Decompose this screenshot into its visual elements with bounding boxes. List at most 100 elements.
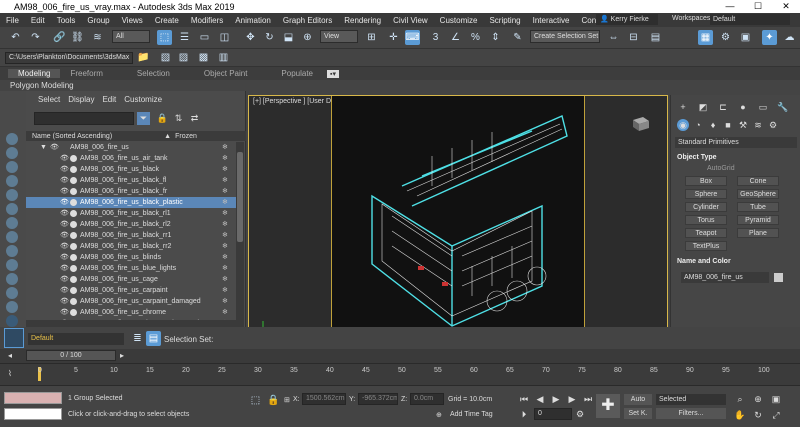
- current-frame-field[interactable]: 0: [534, 408, 572, 420]
- frozen-snowflake-icon[interactable]: ❄: [222, 252, 228, 263]
- project-path[interactable]: C:\Users\Plankton\Documents\3dsMax: [5, 52, 133, 64]
- lights-icon[interactable]: ♦: [707, 119, 719, 131]
- visibility-eye-icon[interactable]: 👁: [60, 263, 69, 274]
- frozen-snowflake-icon[interactable]: ❄: [222, 296, 228, 307]
- percent-snap-icon[interactable]: %: [468, 30, 483, 45]
- tree-root-row[interactable]: ▼ 👁 AM98_006_fire_us ❄: [26, 142, 236, 153]
- visibility-eye-icon[interactable]: 👁: [60, 219, 69, 230]
- perspective-viewport[interactable]: [+] [Perspective ] [User Defined ] [Edge…: [248, 95, 668, 349]
- set-key-button[interactable]: Set K.: [624, 408, 652, 419]
- bind-space-warp-icon[interactable]: ≋: [90, 30, 105, 45]
- menu-edit[interactable]: Edit: [25, 16, 51, 25]
- user-dropdown[interactable]: 👤 Kerry Fierke: [596, 14, 658, 25]
- menu-group[interactable]: Group: [81, 16, 115, 25]
- geometry-icon[interactable]: ◉: [677, 119, 689, 131]
- menu-views[interactable]: Views: [116, 16, 149, 25]
- frozen-snowflake-icon[interactable]: ❄: [222, 142, 228, 153]
- visibility-eye-icon[interactable]: 👁: [60, 285, 69, 296]
- select-manipulate-icon[interactable]: ✛: [386, 30, 401, 45]
- visibility-eye-icon[interactable]: 👁: [60, 296, 69, 307]
- material-editor-icon[interactable]: ▦: [698, 30, 713, 45]
- spinner-snap-icon[interactable]: ⇕: [488, 30, 503, 45]
- key-filter-dropdown[interactable]: Selected: [656, 394, 726, 405]
- link-icon[interactable]: 🔗: [52, 30, 67, 45]
- explorer-menu-customize[interactable]: Customize: [120, 95, 166, 104]
- y-coordinate-field[interactable]: -965.372cm: [358, 393, 398, 405]
- explorer-row[interactable]: 👁 AM98_006_fire_us_black ❄: [26, 164, 236, 175]
- frozen-snowflake-icon[interactable]: ❄: [222, 274, 228, 285]
- redo-icon[interactable]: ↷: [28, 30, 43, 45]
- tab-populate[interactable]: Populate: [271, 69, 323, 78]
- time-configuration-icon[interactable]: ⚙: [574, 408, 586, 420]
- menu-civil-view[interactable]: Civil View: [387, 16, 434, 25]
- cone-button[interactable]: Cone: [737, 176, 779, 186]
- scrollbar-thumb[interactable]: [237, 152, 243, 242]
- tube-button[interactable]: Tube: [737, 202, 779, 212]
- explorer-search-input[interactable]: [34, 112, 134, 125]
- select-object-icon[interactable]: ⬚: [157, 30, 172, 45]
- absolute-mode-icon[interactable]: ⊞: [284, 396, 290, 404]
- utilities-tab-icon[interactable]: 🔧: [777, 101, 789, 113]
- explorer-menu-display[interactable]: Display: [64, 95, 98, 104]
- x-coordinate-field[interactable]: 1500.562cm: [302, 393, 346, 405]
- rendered-frame-window-icon[interactable]: ▣: [738, 30, 753, 45]
- plane-button[interactable]: Plane: [737, 228, 779, 238]
- orbit-icon[interactable]: ↻: [752, 409, 764, 421]
- category-dropdown[interactable]: Standard Primitives: [675, 137, 797, 148]
- frozen-snowflake-icon[interactable]: ❄: [222, 197, 228, 208]
- visibility-eye-icon[interactable]: 👁: [50, 142, 59, 153]
- menu-tools[interactable]: Tools: [51, 16, 82, 25]
- track-bar[interactable]: ⌇ 0 5 10 15 20 25 30 35 40 45 50 55 60 65 70 75 80 85 90 95…: [0, 363, 800, 385]
- explorer-row[interactable]: 👁 AM98_006_fire_us_blinds ❄: [26, 252, 236, 263]
- display-shapes-icon[interactable]: [6, 161, 18, 173]
- display-hidden-icon[interactable]: [6, 301, 18, 313]
- goto-end-icon[interactable]: ⏭: [582, 393, 594, 405]
- col-frozen[interactable]: Frozen: [175, 133, 197, 140]
- explorer-row[interactable]: 👁 AM98_006_fire_us_black_plastic ❄: [26, 197, 236, 208]
- pyramid-button[interactable]: Pyramid: [737, 215, 779, 225]
- menu-customize[interactable]: Customize: [434, 16, 484, 25]
- selection-set-icon[interactable]: ▤: [146, 331, 161, 346]
- tab-modeling[interactable]: Modeling: [8, 69, 61, 78]
- menu-scripting[interactable]: Scripting: [483, 16, 526, 25]
- maxscript-mini-listener[interactable]: [4, 408, 62, 420]
- box-button[interactable]: Box: [685, 176, 727, 186]
- menu-modifiers[interactable]: Modifiers: [185, 16, 229, 25]
- frozen-snowflake-icon[interactable]: ❄: [222, 307, 228, 318]
- layer-icon[interactable]: ▧: [158, 50, 173, 65]
- object-color-swatch[interactable]: [774, 273, 783, 282]
- display-geometry-icon[interactable]: [6, 147, 18, 159]
- explorer-row[interactable]: 👁 AM98_006_fire_us_air_tank ❄: [26, 153, 236, 164]
- frozen-snowflake-icon[interactable]: ❄: [222, 241, 228, 252]
- object-type-header[interactable]: Object Type: [677, 154, 717, 161]
- render-production-icon[interactable]: ✦: [762, 30, 777, 45]
- visibility-eye-icon[interactable]: 👁: [60, 197, 69, 208]
- maxscript-listener[interactable]: [4, 392, 62, 404]
- zoom-all-icon[interactable]: ⊕: [752, 393, 764, 405]
- frozen-snowflake-icon[interactable]: ❄: [222, 263, 228, 274]
- goto-start-icon[interactable]: ⏮: [518, 393, 530, 405]
- viewcube[interactable]: [629, 114, 651, 132]
- visibility-eye-icon[interactable]: 👁: [60, 252, 69, 263]
- modify-tab-icon[interactable]: ◩: [697, 101, 709, 113]
- explorer-row[interactable]: 👁 AM98_006_fire_us_carpaint ❄: [26, 285, 236, 296]
- select-by-name-icon[interactable]: ☰: [177, 30, 192, 45]
- visibility-eye-icon[interactable]: 👁: [60, 230, 69, 241]
- tab-object-paint[interactable]: Object Paint: [194, 69, 258, 78]
- menu-animation[interactable]: Animation: [229, 16, 277, 25]
- geosphere-button[interactable]: GeoSphere: [737, 189, 779, 199]
- filter-icon[interactable]: ⏷: [137, 112, 150, 125]
- cylinder-button[interactable]: Cylinder: [685, 202, 727, 212]
- visibility-eye-icon[interactable]: 👁: [60, 208, 69, 219]
- cameras-icon[interactable]: ■: [722, 119, 734, 131]
- zoom-icon[interactable]: ⌕: [734, 393, 746, 405]
- toggle-icon[interactable]: ⇄: [188, 112, 201, 125]
- snaps-toggle-icon[interactable]: 3: [428, 30, 443, 45]
- render-setup-icon[interactable]: ⚙: [718, 30, 733, 45]
- auto-key-button[interactable]: Auto: [624, 394, 652, 405]
- workspace-dropdown[interactable]: Default: [710, 14, 790, 25]
- toggle-scene-explorer-icon[interactable]: ▤: [648, 30, 663, 45]
- workspace-layer-dropdown[interactable]: Default: [28, 333, 124, 345]
- key-filters-button[interactable]: Filters...: [656, 408, 726, 419]
- visibility-eye-icon[interactable]: 👁: [60, 153, 69, 164]
